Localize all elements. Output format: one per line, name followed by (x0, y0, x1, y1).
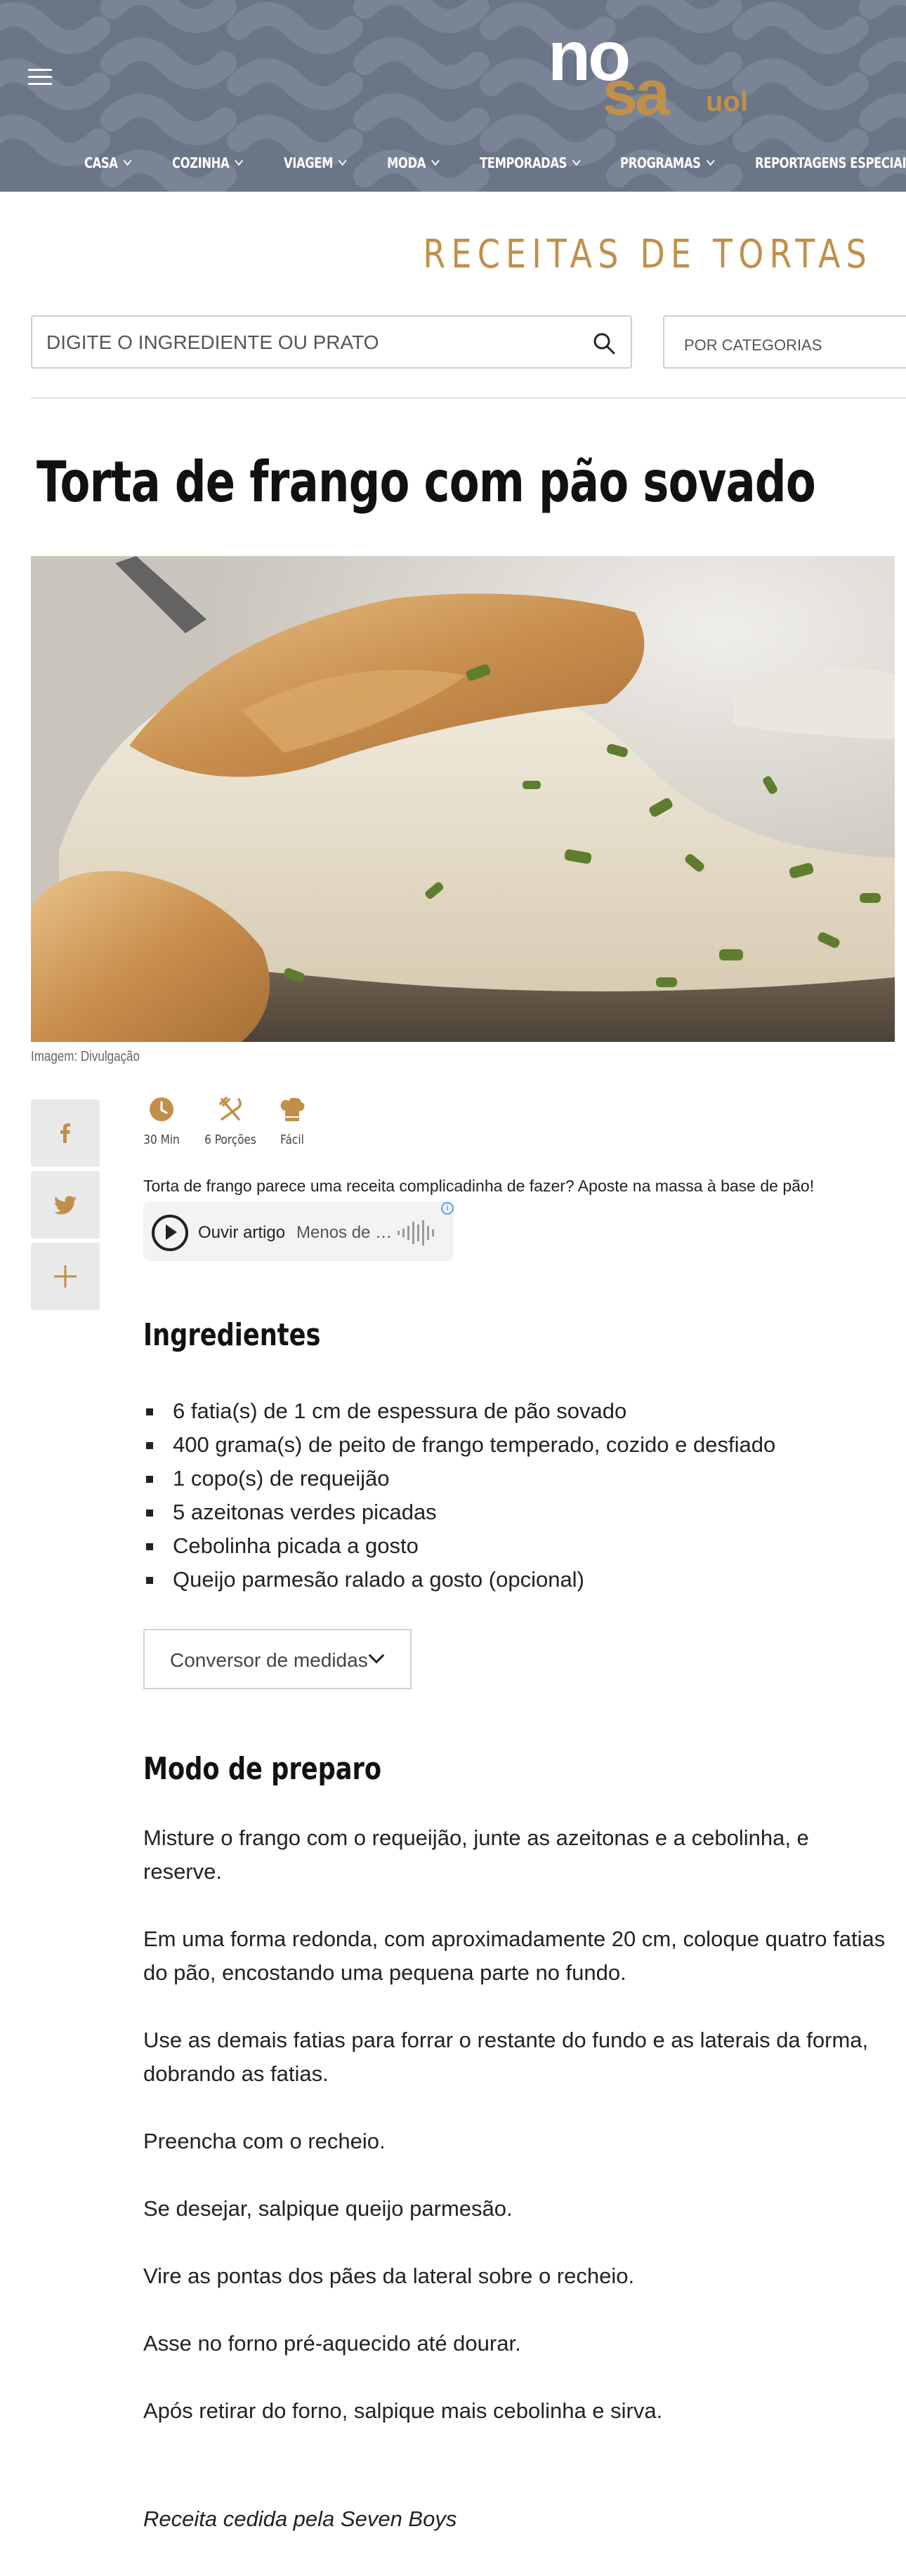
step-text: Após retirar do forno, salpique mais ceb… (143, 2398, 663, 2423)
search-input[interactable] (46, 329, 580, 356)
article-title: Torta de frango com pão sovado (37, 449, 816, 515)
nav-item-viagem[interactable]: VIAGEM (284, 154, 347, 171)
logo-text-sa: sa (603, 58, 670, 128)
twitter-icon (53, 1196, 77, 1215)
play-icon[interactable] (152, 1215, 188, 1251)
ingredient-item: 6 fatia(s) de 1 cm de espessura de pão s… (143, 1394, 775, 1428)
step-text: Misture o frango com o requeijão, junte … (143, 1825, 809, 1884)
meta-portions: 6 Porções (199, 1095, 261, 1147)
meta-portions-label: 6 Porções (204, 1132, 256, 1147)
nav-label: PROGRAMAS (620, 154, 701, 171)
preparation-heading: Modo de preparo (143, 1751, 382, 1787)
share-more-button[interactable] (31, 1243, 100, 1310)
meta-time-label: 30 Min (143, 1132, 180, 1147)
nav-label: VIAGEM (284, 154, 334, 171)
article-intro: Torta de frango parece uma receita compl… (143, 1177, 815, 1195)
recipe-photo (31, 556, 895, 1042)
site-header: no sa uol CASA COZINHA VIAGEM MODA TEMPO… (0, 0, 906, 192)
step-text: Em uma forma redonda, com aproximadament… (143, 1927, 886, 1985)
step-text: Use as demais fatias para forrar o resta… (143, 2028, 869, 2086)
nossa-uol-logo[interactable]: no sa uol (548, 21, 759, 126)
step-text: Vire as pontas dos pães da lateral sobre… (143, 2264, 635, 2288)
nav-label: TEMPORADAS (480, 154, 567, 171)
nav-item-casa[interactable]: CASA (84, 154, 132, 171)
nav-label: MODA (387, 154, 426, 171)
nav-item-temporadas[interactable]: TEMPORADAS (480, 154, 581, 171)
meta-difficulty-label: Fácil (280, 1132, 304, 1147)
image-caption: Imagem: Divulgação (31, 1049, 140, 1064)
nav-item-moda[interactable]: MODA (387, 154, 440, 171)
audio-duration: Menos de 1 minuto (296, 1223, 395, 1242)
step-text: Asse no forno pré-aquecido até dourar. (143, 2331, 521, 2356)
ingredient-item: 5 azeitonas verdes picadas (143, 1495, 775, 1529)
facebook-icon (60, 1123, 70, 1143)
fork-knife-icon (219, 1097, 242, 1121)
share-twitter-button[interactable] (31, 1171, 100, 1239)
plus-icon (54, 1265, 77, 1288)
clock-icon (150, 1097, 173, 1121)
ingredient-item: 1 copo(s) de requeijão (143, 1462, 775, 1495)
ingredient-item: 400 grama(s) de peito de frango temperad… (143, 1428, 775, 1462)
chevron-down-icon (431, 155, 440, 166)
meta-difficulty: Fácil (274, 1095, 310, 1147)
info-icon[interactable]: i (441, 1202, 454, 1215)
meta-time: 30 Min (138, 1095, 185, 1147)
chevron-down-icon (368, 1647, 385, 1664)
share-facebook-button[interactable] (31, 1099, 100, 1167)
step-text: Se desejar, salpique queijo parmesão. (143, 2196, 513, 2221)
chevron-down-icon (235, 155, 243, 166)
recipe-credit: Receita cedida pela Seven Boys (143, 2506, 457, 2531)
chevron-down-icon (572, 155, 581, 166)
chevron-down-icon (706, 155, 715, 166)
nav-item-reportagens-especiais[interactable]: REPORTAGENS ESPECIAIS (755, 154, 906, 171)
hamburger-menu-icon[interactable] (28, 69, 52, 87)
main-nav: CASA COZINHA VIAGEM MODA TEMPORADAS PROG… (0, 154, 906, 178)
audio-player[interactable]: Ouvir artigo Menos de 1 minuto i (143, 1202, 454, 1261)
measure-converter-dropdown[interactable]: Conversor de medidas (143, 1629, 412, 1689)
chevron-down-icon (339, 155, 347, 166)
ingredient-item: Queijo parmesão ralado a gosto (opcional… (143, 1563, 775, 1597)
divider (31, 397, 906, 399)
step-text: Preencha com o recheio. (143, 2129, 386, 2153)
ingredients-heading: Ingredientes (143, 1317, 321, 1353)
nav-label: COZINHA (172, 154, 230, 171)
search-icon[interactable] (591, 331, 617, 356)
category-select[interactable]: POR CATEGORIAS (663, 315, 906, 369)
logo-text-uol: uol (706, 86, 748, 117)
waveform-icon (398, 1220, 434, 1246)
audio-label: Ouvir artigo (198, 1223, 286, 1242)
pie-photo-illustration (31, 556, 895, 1042)
nav-label: REPORTAGENS ESPECIAIS (755, 154, 906, 171)
nav-item-programas[interactable]: PROGRAMAS (620, 154, 715, 171)
section-title: RECEITAS DE TORTAS (423, 232, 872, 277)
converter-label: Conversor de medidas (170, 1649, 368, 1671)
preparation-steps: Misture o frango com o requeijão, junte … (143, 1821, 888, 2462)
chef-hat-icon (280, 1097, 305, 1121)
chevron-down-icon (123, 155, 132, 166)
nav-item-cozinha[interactable]: COZINHA (172, 154, 243, 171)
search-box (31, 315, 632, 369)
ingredient-item: Cebolinha picada a gosto (143, 1529, 775, 1563)
ingredients-list: 6 fatia(s) de 1 cm de espessura de pão s… (143, 1394, 775, 1597)
nav-label: CASA (84, 154, 118, 171)
